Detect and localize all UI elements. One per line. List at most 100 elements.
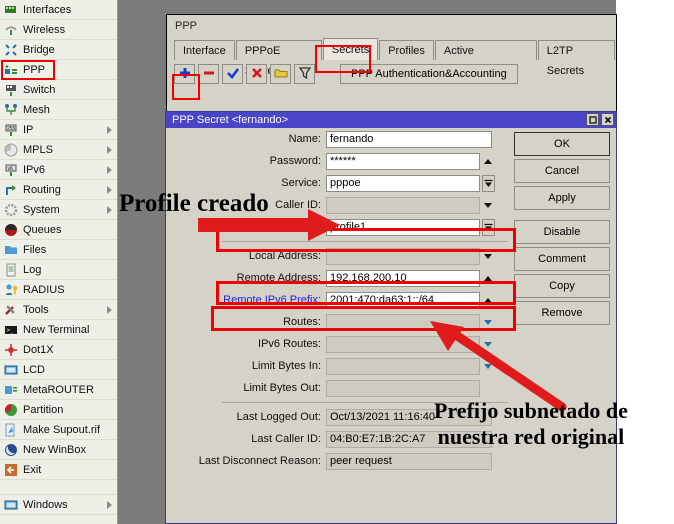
field-label-profile: Profile: — [166, 221, 326, 233]
remove-button[interactable]: Remove — [514, 301, 610, 325]
filter-button[interactable] — [294, 64, 315, 84]
close-button[interactable] — [601, 113, 614, 126]
sidebar-item-exit[interactable]: Exit — [0, 460, 117, 480]
sidebar-item-interfaces[interactable]: Interfaces — [0, 0, 117, 20]
sidebar-item-system[interactable]: System — [0, 200, 117, 220]
copy-button[interactable]: Copy — [514, 274, 610, 298]
caret-down-icon-ipv6-routes[interactable] — [484, 342, 492, 347]
cancel-button[interactable]: Cancel — [514, 159, 610, 183]
sidebar-item-label: Mesh — [23, 104, 50, 116]
status-label-last-caller-id: Last Caller ID: — [166, 433, 326, 445]
field-label-service: Service: — [166, 177, 326, 189]
sidebar-item-tools[interactable]: Tools — [0, 300, 117, 320]
sidebar-item-files[interactable]: Files — [0, 240, 117, 260]
sidebar-item-mesh[interactable]: Mesh — [0, 100, 117, 120]
caret-down-icon-caller-id[interactable] — [484, 203, 492, 208]
tab-l2tp-secrets[interactable]: L2TP Secrets — [538, 40, 615, 60]
sidebar-item-ppp[interactable]: PPP — [0, 60, 117, 80]
caret-up-icon-password[interactable] — [484, 159, 492, 164]
field-input-local-address[interactable] — [326, 248, 480, 265]
ipv6-icon: v6 — [4, 163, 18, 177]
tab-interface[interactable]: Interface — [174, 40, 235, 60]
routing-icon — [4, 183, 18, 197]
winbox-icon — [4, 443, 18, 457]
sidebar-item-metarouter[interactable]: MetaROUTER — [0, 380, 117, 400]
status-row-last-logged-out: Last Logged Out:Oct/13/2021 11:16:40 — [166, 406, 518, 428]
windows-icon — [4, 498, 18, 512]
chevron-right-icon — [107, 146, 112, 154]
field-input-limit-bytes-out[interactable] — [326, 380, 480, 397]
field-input-routes[interactable] — [326, 314, 480, 331]
field-input-remote-address[interactable]: 192.168.200.10 — [326, 270, 480, 287]
sidebar-item-label: MPLS — [23, 144, 53, 156]
disable-button[interactable]: Disable — [514, 220, 610, 244]
caret-up-icon-remote-address[interactable] — [484, 276, 492, 281]
sidebar-item-make-supout-rif[interactable]: Make Supout.rif — [0, 420, 117, 440]
sidebar-item-switch[interactable]: Switch — [0, 80, 117, 100]
field-label-limit-bytes-out: Limit Bytes Out: — [166, 382, 326, 394]
field-row-profile: Profile:profile1 — [166, 216, 518, 238]
dropdown-toggle-profile[interactable] — [482, 219, 495, 236]
maximize-button[interactable] — [586, 113, 599, 126]
apply-button[interactable]: Apply — [514, 186, 610, 210]
comment-icon — [274, 66, 288, 83]
comment-button[interactable]: Comment — [514, 247, 610, 271]
svg-text:255: 255 — [7, 126, 16, 132]
plus-icon — [178, 66, 192, 83]
sidebar-item-lcd[interactable]: LCD — [0, 360, 117, 380]
field-input-password[interactable]: ****** — [326, 153, 480, 170]
sidebar-item-log[interactable]: Log — [0, 260, 117, 280]
field-input-profile[interactable]: profile1 — [326, 219, 480, 236]
sidebar-item-dot1x[interactable]: Dot1X — [0, 340, 117, 360]
sidebar-item-routing[interactable]: Routing — [0, 180, 117, 200]
sidebar-item-partition[interactable]: Partition — [0, 400, 117, 420]
field-input-ipv6-routes[interactable] — [326, 336, 480, 353]
wireless-icon — [4, 23, 18, 37]
caret-down-icon-routes[interactable] — [484, 320, 492, 325]
tab-secrets[interactable]: Secrets — [323, 38, 378, 60]
sidebar-item-windows[interactable]: Windows — [0, 495, 117, 515]
ppp-auth-accounting-button[interactable]: PPP Authentication&Accounting — [340, 64, 518, 84]
interfaces-icon — [4, 3, 18, 17]
sidebar-item-mpls[interactable]: MPLS — [0, 140, 117, 160]
enable-button[interactable] — [222, 64, 243, 84]
disable-button[interactable] — [246, 64, 267, 84]
caret-down-icon-limit-bytes-in[interactable] — [484, 364, 492, 369]
caret-down-icon-local-address[interactable] — [484, 254, 492, 259]
remove-button[interactable] — [198, 64, 219, 84]
terminal-icon: >_ — [4, 323, 18, 337]
supout-icon — [4, 423, 18, 437]
sidebar-item-new-winbox[interactable]: New WinBox — [0, 440, 117, 460]
sidebar-item-queues[interactable]: Queues — [0, 220, 117, 240]
comment-button[interactable] — [270, 64, 291, 84]
sidebar-item-label: Log — [23, 264, 41, 276]
minus-icon — [202, 66, 216, 83]
sidebar-item-label: Make Supout.rif — [23, 424, 100, 436]
sidebar-item-bridge[interactable]: Bridge — [0, 40, 117, 60]
field-row-caller-id: Caller ID: — [166, 194, 518, 216]
sidebar-item-new-terminal[interactable]: >_New Terminal — [0, 320, 117, 340]
caret-up-icon-remote-ipv6-prefix[interactable] — [484, 298, 492, 303]
dropdown-toggle-service[interactable] — [482, 175, 495, 192]
sidebar-item-radius[interactable]: RADIUS — [0, 280, 117, 300]
metarouter-icon — [4, 383, 18, 397]
field-input-limit-bytes-in[interactable] — [326, 358, 480, 375]
field-row-remote-ipv6-prefix: Remote IPv6 Prefix:2001:470:da63:1::/64 — [166, 289, 518, 311]
field-input-name[interactable]: fernando — [326, 131, 492, 148]
tab-pppoe-servers[interactable]: PPPoE Servers — [236, 40, 322, 60]
add-button[interactable] — [174, 64, 195, 84]
status-value-last-logged-out: Oct/13/2021 11:16:40 — [326, 409, 492, 426]
sidebar-item-ipv6[interactable]: v6IPv6 — [0, 160, 117, 180]
tab-active-connections[interactable]: Active Connections — [435, 40, 537, 60]
field-input-caller-id[interactable] — [326, 197, 480, 214]
field-label-limit-bytes-in: Limit Bytes In: — [166, 360, 326, 372]
field-input-service[interactable]: pppoe — [326, 175, 480, 192]
field-row-routes: Routes: — [166, 311, 518, 333]
sidebar-item-wireless[interactable]: Wireless — [0, 20, 117, 40]
field-input-remote-ipv6-prefix[interactable]: 2001:470:da63:1::/64 — [326, 292, 480, 309]
tab-profiles[interactable]: Profiles — [379, 40, 434, 60]
field-label-name: Name: — [166, 133, 326, 145]
ok-button[interactable]: OK — [514, 132, 610, 156]
sidebar-item-ip[interactable]: 255IP — [0, 120, 117, 140]
sidebar-item-label: System — [23, 204, 60, 216]
